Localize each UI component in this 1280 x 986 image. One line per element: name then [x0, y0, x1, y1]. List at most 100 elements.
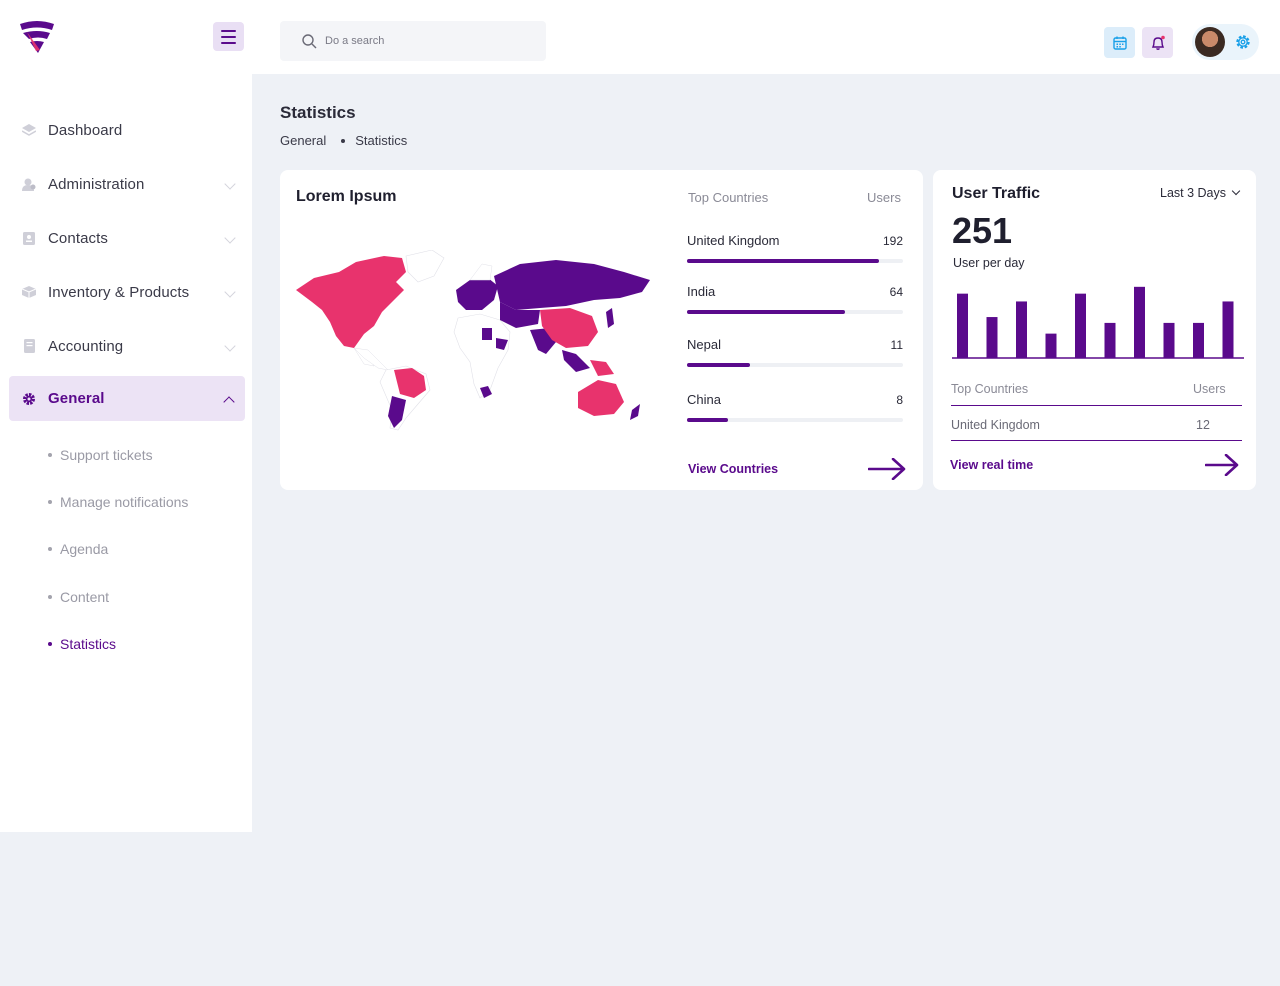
traffic-bar — [1163, 322, 1175, 358]
top-countries-header: Top Countries — [951, 382, 1029, 396]
country-users: 12 — [1196, 418, 1210, 432]
subnav-item-label: Content — [60, 588, 110, 605]
logo-icon[interactable] — [18, 20, 56, 54]
gear-icon — [22, 392, 36, 406]
avatar[interactable] — [1195, 27, 1225, 57]
view-real-time-link[interactable]: View real time — [950, 458, 1033, 472]
sidebar-item-accounting[interactable]: Accounting — [0, 319, 252, 373]
subnav-item-support-tickets[interactable]: Support tickets — [0, 431, 252, 478]
menu-toggle-button[interactable] — [213, 22, 244, 51]
progress-fill — [687, 259, 880, 263]
subnav-item-content[interactable]: Content — [0, 573, 252, 620]
general-subnav: Support tickets Manage notifications Age… — [0, 431, 252, 667]
ledger-icon — [22, 339, 36, 353]
subnav-item-label: Support tickets — [60, 446, 153, 463]
sidebar-item-label: Contacts — [48, 229, 108, 247]
settings-button[interactable] — [1234, 33, 1252, 51]
progress-track — [687, 363, 903, 367]
traffic-bar — [957, 293, 968, 358]
sidebar-item-label: Dashboard — [48, 121, 123, 139]
calendar-button[interactable] — [1104, 27, 1135, 58]
country-name: United Kingdom — [951, 418, 1040, 432]
breadcrumb-item[interactable]: General — [280, 133, 326, 148]
traffic-bar — [1016, 301, 1027, 358]
map-region-russia — [494, 260, 650, 310]
subnav-item-agenda[interactable]: Agenda — [0, 526, 252, 573]
sidebar-item-inventory[interactable]: Inventory & Products — [0, 265, 252, 319]
bell-icon — [1151, 35, 1165, 50]
sidebar-item-label: Inventory & Products — [48, 283, 190, 301]
notifications-button[interactable] — [1142, 27, 1173, 58]
user-menu[interactable] — [1192, 24, 1259, 60]
chevron-down-icon — [1231, 186, 1241, 196]
progress-fill — [687, 363, 750, 367]
subnav-item-manage-notifications[interactable]: Manage notifications — [0, 478, 252, 525]
arrow-right-icon[interactable] — [868, 458, 906, 480]
map-region-australia — [578, 380, 624, 416]
search-input[interactable] — [325, 35, 525, 47]
traffic-bar — [1222, 301, 1234, 358]
progress-track — [687, 418, 903, 422]
chevron-down-icon — [224, 178, 236, 190]
subnav-item-label: Agenda — [60, 541, 109, 558]
country-name: China — [687, 392, 721, 407]
sidebar-item-administration[interactable]: Administration — [0, 157, 252, 211]
bullet-icon — [48, 499, 52, 504]
sidebar-item-dashboard[interactable]: Dashboard — [0, 103, 252, 157]
progress-fill — [687, 310, 845, 314]
contacts-icon — [22, 231, 36, 245]
traffic-bar — [1134, 286, 1145, 358]
map-region-greenland — [405, 250, 445, 283]
country-name: Nepal — [687, 337, 721, 352]
traffic-bar-chart — [952, 286, 1244, 359]
users-header: Users — [1193, 382, 1226, 396]
user-traffic-card: User Traffic Last 3 Days 251 User per da… — [933, 170, 1256, 490]
traffic-bar — [1045, 333, 1057, 358]
card-title: User Traffic — [952, 185, 1041, 202]
subnav-item-statistics[interactable]: Statistics — [0, 620, 252, 667]
date-range-select[interactable]: Last 3 Days — [1160, 186, 1241, 200]
subnav-item-label: Manage notifications — [60, 493, 189, 510]
search-box[interactable] — [280, 21, 546, 61]
progress-track — [687, 310, 903, 314]
traffic-bar — [1104, 322, 1116, 358]
arrow-right-icon[interactable] — [1205, 454, 1239, 476]
box-icon — [22, 285, 36, 299]
search-icon — [302, 33, 317, 48]
sidebar-item-contacts[interactable]: Contacts — [0, 211, 252, 265]
country-users: 11 — [890, 338, 903, 352]
traffic-bar — [1075, 293, 1086, 358]
divider — [951, 440, 1242, 441]
sidebar-item-label: General — [48, 390, 105, 407]
map-region-europe — [456, 278, 498, 310]
sidebar-item-label: Accounting — [48, 337, 124, 355]
sidebar-item-general[interactable]: General — [9, 376, 245, 421]
country-users: 64 — [889, 285, 903, 299]
divider — [951, 405, 1242, 406]
bullet-icon — [48, 452, 52, 457]
subnav-item-label: Statistics — [60, 635, 117, 652]
hamburger-icon — [221, 29, 236, 32]
gear-icon — [1236, 35, 1250, 49]
country-name: India — [687, 284, 716, 299]
chevron-up-icon — [223, 395, 235, 408]
progress-fill — [687, 418, 729, 422]
map-region-africa — [453, 313, 511, 399]
world-map — [296, 250, 650, 431]
chevron-down-icon — [224, 286, 236, 298]
dashboard-icon — [22, 123, 36, 137]
date-range-value: Last 3 Days — [1160, 186, 1227, 200]
traffic-bar — [986, 317, 998, 358]
breadcrumb: General Statistics — [280, 133, 407, 148]
country-users: 8 — [896, 393, 903, 407]
top-bar — [252, 0, 1280, 74]
sidebar-item-label: Administration — [48, 175, 145, 193]
traffic-subtitle: User per day — [953, 256, 1025, 270]
traffic-bar — [1193, 322, 1204, 358]
users-header: Users — [867, 190, 901, 205]
view-countries-link[interactable]: View Countries — [688, 462, 778, 476]
bullet-icon — [48, 547, 52, 552]
breadcrumb-item-current: Statistics — [355, 133, 408, 148]
breadcrumb-separator — [341, 138, 346, 143]
traffic-total: 251 — [952, 210, 1013, 251]
